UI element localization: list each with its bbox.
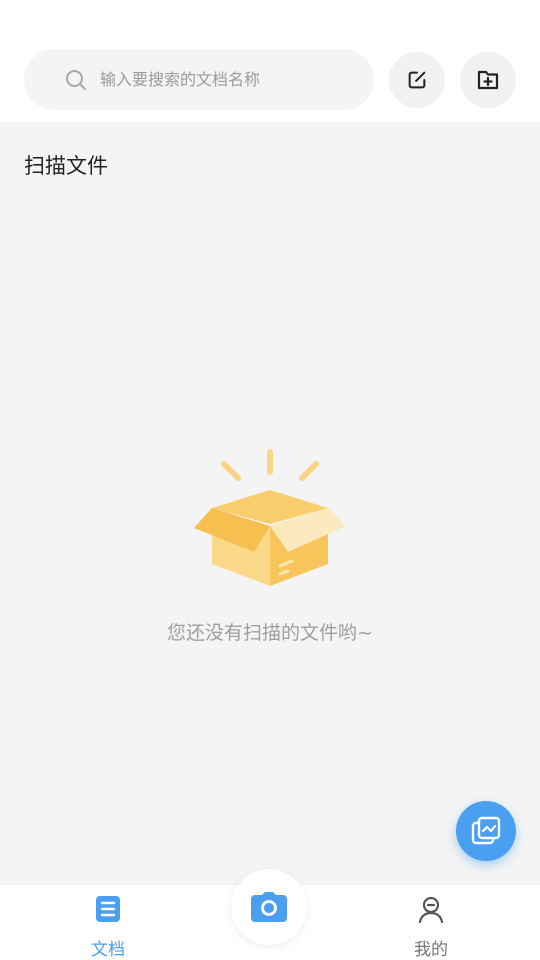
document-icon xyxy=(96,896,120,922)
gallery-icon xyxy=(471,816,501,845)
search-bar[interactable] xyxy=(24,49,374,110)
edit-icon xyxy=(408,71,426,89)
edit-button[interactable] xyxy=(389,52,445,108)
tab-mine[interactable]: 我的 xyxy=(371,885,491,960)
header xyxy=(0,0,540,122)
empty-message: 您还没有扫描的文件哟~ xyxy=(167,622,373,644)
folder-add-icon xyxy=(477,70,499,90)
user-icon xyxy=(418,896,444,923)
new-folder-button[interactable] xyxy=(460,52,516,108)
tab-documents[interactable]: 文档 xyxy=(48,885,168,960)
gallery-import-button[interactable] xyxy=(456,801,516,861)
search-icon xyxy=(66,70,86,90)
tab-documents-label: 文档 xyxy=(91,940,125,960)
tab-mine-label: 我的 xyxy=(414,940,448,960)
main-content: 扫描文件 您还没有扫描的文件哟~ xyxy=(0,122,540,884)
camera-icon xyxy=(251,892,287,922)
search-input[interactable] xyxy=(100,49,360,110)
empty-box-illustration xyxy=(194,449,346,586)
camera-scan-button[interactable] xyxy=(231,869,307,945)
section-title: 扫描文件 xyxy=(24,154,108,178)
